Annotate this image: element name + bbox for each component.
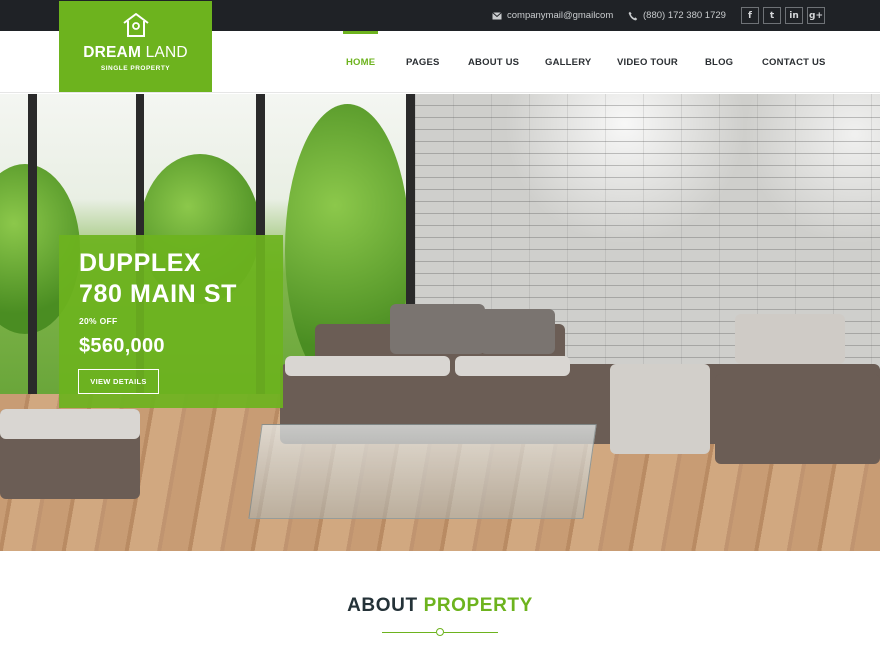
nav-item-about-us[interactable]: ABOUT US	[468, 31, 519, 93]
property-title-line2: 780 MAIN ST	[79, 280, 238, 308]
about-heading-part1: ABOUT	[347, 595, 418, 616]
nav-item-home[interactable]: HOME	[342, 31, 379, 93]
nav-item-gallery[interactable]: GALLERY	[545, 31, 591, 93]
contact-email[interactable]: companymail@gmailcom	[492, 0, 613, 31]
about-section: ABOUT PROPERTY	[0, 551, 880, 660]
about-heading: ABOUT PROPERTY	[0, 595, 880, 617]
nav-item-blog[interactable]: BLOG	[705, 31, 733, 93]
property-title: DUPPLEX 780 MAIN ST	[79, 248, 237, 310]
nav-item-pages[interactable]: PAGES	[406, 31, 440, 93]
nav-item-video-tour[interactable]: VIDEO TOUR	[617, 31, 678, 93]
coffee-table	[248, 424, 597, 519]
birdhouse-icon	[122, 13, 149, 37]
heading-divider	[382, 628, 498, 636]
property-price: $560,000	[79, 335, 165, 357]
phone-text: (880) 172 380 1729	[643, 10, 726, 21]
google-plus-icon[interactable]: g+	[807, 7, 825, 24]
contact-phone[interactable]: (880) 172 380 1729	[628, 0, 726, 31]
property-card: DUPPLEX 780 MAIN ST 20% OFF $560,000 VIE…	[59, 235, 283, 408]
discount-label: 20% OFF	[79, 316, 118, 326]
phone-icon	[628, 11, 638, 20]
facebook-icon[interactable]: f	[741, 7, 759, 24]
site-logo[interactable]: DREAM LAND SINGLE PROPERTY	[59, 1, 212, 92]
social-links: f t in g+	[741, 7, 825, 24]
property-title-line1: DUPPLEX	[79, 249, 202, 277]
email-text: companymail@gmailcom	[507, 10, 614, 21]
linkedin-icon[interactable]: in	[785, 7, 803, 24]
view-details-button[interactable]: VIEW DETAILS	[78, 369, 159, 394]
logo-title-bold: DREAM	[83, 44, 142, 61]
logo-title: DREAM LAND	[83, 44, 188, 62]
twitter-icon[interactable]: t	[763, 7, 781, 24]
logo-subtitle: SINGLE PROPERTY	[100, 65, 171, 72]
logo-title-light: LAND	[145, 44, 188, 61]
envelope-icon	[492, 11, 502, 19]
about-heading-part2: PROPERTY	[423, 595, 533, 616]
nav-item-contact-us[interactable]: CONTACT US	[762, 31, 826, 93]
